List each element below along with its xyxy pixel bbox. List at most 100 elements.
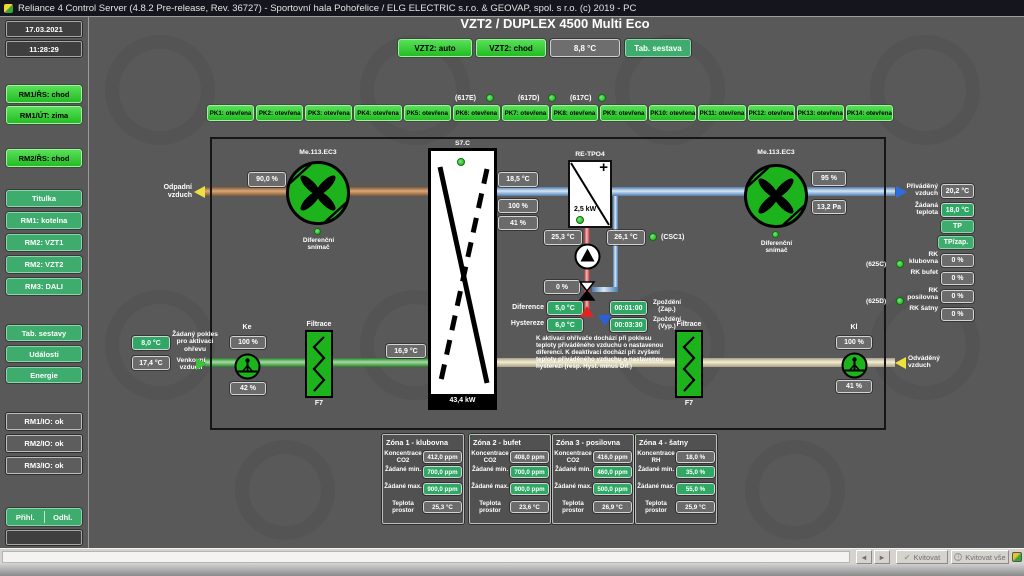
sidebar-item-titulka[interactable]: Titulka — [6, 190, 82, 207]
horizontal-scrollbar[interactable] — [2, 551, 850, 563]
sidebar-item-tab-sestavy[interactable]: Tab. sestavy — [6, 325, 82, 341]
diference-setpoint[interactable]: 5,0 °C — [547, 301, 583, 315]
intake-damper-label: Ke — [240, 324, 254, 332]
kvitovat-vse-button[interactable]: ! Kvitovat vše — [951, 550, 1009, 564]
heater-return-temp-value: 26,1 °C — [607, 230, 645, 245]
sidebar-item-energie[interactable]: Energie — [6, 367, 82, 383]
sidebar-divider — [88, 17, 89, 548]
rm1-io-button[interactable]: RM1/IO: ok — [6, 413, 82, 430]
reliance-tray-icon[interactable] — [1012, 552, 1022, 562]
login-button[interactable]: Přihl. — [7, 513, 44, 522]
pk9-valve-button[interactable]: PK9: otevřena — [600, 105, 647, 121]
window-titlebar: Reliance 4 Control Server (4.8.2 Pre-rel… — [0, 0, 1024, 16]
csc1-tag: (CSC1) — [661, 234, 684, 242]
delay-off-setpoint[interactable]: 00:03:30 — [610, 318, 647, 332]
pk8-valve-button[interactable]: PK8: otevřena — [551, 105, 598, 121]
rm2-io-button[interactable]: RM2/IO: ok — [6, 435, 82, 452]
hystereze-setpoint[interactable]: 6,0 °C — [547, 318, 583, 332]
date-display: 17.03.2021 — [6, 21, 82, 37]
zone-max-setpoint[interactable]: 900,0 ppm — [423, 483, 462, 495]
tab-sestava-button[interactable]: Tab. sestava — [625, 39, 691, 57]
temp-intake-value: 16,9 °C — [386, 344, 426, 358]
zone-min-setpoint[interactable]: 35,0 % — [676, 466, 715, 478]
exhaust-fan-label: Me.113.EC3 — [290, 149, 346, 157]
pk6-valve-button[interactable]: PK6: otevřena — [453, 105, 500, 121]
tp-button[interactable]: TP — [941, 220, 974, 233]
zone-max-setpoint[interactable]: 500,0 ppm — [593, 483, 632, 495]
supply-fan-sensor-label: Diferenční snímač — [754, 240, 799, 254]
page-next-button[interactable]: ► — [874, 550, 890, 564]
zone-max-setpoint[interactable]: 900,0 ppm — [510, 483, 549, 495]
zone-status-dot — [470, 435, 472, 437]
pk13-valve-button[interactable]: PK13: otevřena — [797, 105, 844, 121]
pk4-valve-button[interactable]: PK4: otevřena — [354, 105, 401, 121]
statusbar — [0, 564, 1024, 576]
diference-label: Diference — [500, 304, 544, 312]
sidebar-item-rm3-dali[interactable]: RM3: DALI — [6, 278, 82, 295]
zone-row-label: Žádané min. — [471, 466, 509, 473]
window-title: Reliance 4 Control Server (4.8.2 Pre-rel… — [18, 3, 636, 14]
extract-damper-open-value: 100 % — [836, 336, 872, 349]
sidebar-item-rm2-vzt2[interactable]: RM2: VZT2 — [6, 256, 82, 273]
empty-slot — [6, 530, 82, 545]
zone-row-label: Koncentrace RH — [637, 450, 675, 464]
rm1-ut-status-button[interactable]: RM1/ÚT: zima — [6, 106, 82, 124]
rk-satny-value: 0 % — [941, 308, 974, 321]
rm2-rs-status-button[interactable]: RM2/ŘS: chod — [6, 149, 82, 167]
vzt2-auto-button[interactable]: VZT2: auto — [398, 39, 472, 57]
pk3-valve-button[interactable]: PK3: otevřena — [305, 105, 352, 121]
pk2-valve-button[interactable]: PK2: otevřena — [256, 105, 303, 121]
exchanger-cross-lines — [431, 151, 494, 407]
extract-filter-class: F7 — [680, 400, 698, 408]
zone-title: Zóna 4 - šatny — [639, 438, 688, 447]
pk-group-status-dot — [486, 94, 494, 102]
zone-room-temp-value: 26,9 °C — [593, 501, 632, 513]
heater-label: RE-TPO4 — [564, 151, 616, 159]
sidebar-item-udalosti[interactable]: Události — [6, 346, 82, 362]
extract-air-arrow-icon — [895, 357, 906, 369]
delay-on-setpoint[interactable]: 00:01:00 — [610, 301, 647, 315]
kvitovat-button[interactable]: ✔ Kvitovat — [896, 550, 948, 564]
rk-posilovna-value: 0 % — [941, 290, 974, 303]
rm3-io-button[interactable]: RM3/IO: ok — [6, 457, 82, 474]
zone-row-label: Žádané max. — [637, 483, 675, 490]
zone-rh-value: 18,0 % — [676, 451, 715, 463]
sidebar-item-rm1-kotelna[interactable]: RM1: kotelna — [6, 212, 82, 229]
outdoor-air-arrow-icon — [196, 358, 207, 370]
tp-zap-button[interactable]: TP/zap. — [938, 236, 974, 249]
hystereze-label: Hystereze — [500, 320, 544, 328]
zone-min-setpoint[interactable]: 700,0 ppm — [423, 466, 462, 478]
page-prev-button[interactable]: ◄ — [856, 550, 872, 564]
supply-fan-speed-value: 95 % — [812, 171, 846, 186]
logout-button[interactable]: Odhl. — [45, 513, 82, 522]
exhaust-air-arrow-icon — [194, 186, 205, 198]
pk7-valve-button[interactable]: PK7: otevřena — [502, 105, 549, 121]
setpoint-temp-value[interactable]: 18,0 °C — [941, 203, 974, 217]
heater-coil: + 2,5 kW — [568, 160, 612, 228]
alarm-icon: ! — [954, 553, 962, 561]
pk11-valve-button[interactable]: PK11: otevřena — [698, 105, 745, 121]
supply-air-label: Přiváděný vzduch — [902, 183, 938, 198]
pk5-valve-button[interactable]: PK5: otevřena — [404, 105, 451, 121]
extract-filter-icon — [675, 330, 703, 398]
zone-min-setpoint[interactable]: 700,0 ppm — [510, 466, 549, 478]
vzt2-chod-button[interactable]: VZT2: chod — [476, 39, 546, 57]
heating-activation-drop-setpoint[interactable]: 8,0 °C — [132, 336, 170, 350]
rm1-rs-status-button[interactable]: RM1/ŘS: chod — [6, 85, 82, 103]
outdoor-temp-button[interactable]: 8,8 °C — [550, 39, 620, 57]
outdoor-air-temp-value: 17,4 °C — [132, 356, 170, 370]
zone-co2-value: 416,0 ppm — [593, 451, 632, 463]
supply-air-temp-value: 20,2 °C — [941, 184, 974, 198]
heater-note-text: K aktivaci ohřívače dochází při poklesu … — [536, 336, 670, 371]
pk10-valve-button[interactable]: PK10: otevřena — [649, 105, 696, 121]
pk-group-status-dot — [548, 94, 556, 102]
sidebar-item-rm2-vzt1[interactable]: RM2: VZT1 — [6, 234, 82, 251]
zone-min-setpoint[interactable]: 460,0 ppm — [593, 466, 632, 478]
zone-row-label: Koncentrace CO2 — [471, 450, 509, 464]
pk12-valve-button[interactable]: PK12: otevřena — [748, 105, 795, 121]
zone-row-label: Koncentrace CO2 — [554, 450, 592, 464]
pk14-valve-button[interactable]: PK14: otevřena — [846, 105, 893, 121]
pk1-valve-button[interactable]: PK1: otevřena — [207, 105, 254, 121]
zone-max-setpoint[interactable]: 55,0 % — [676, 483, 715, 495]
zone-panel-satny: Zóna 4 - šatny Koncentrace RH 18,0 % Žád… — [635, 434, 717, 524]
